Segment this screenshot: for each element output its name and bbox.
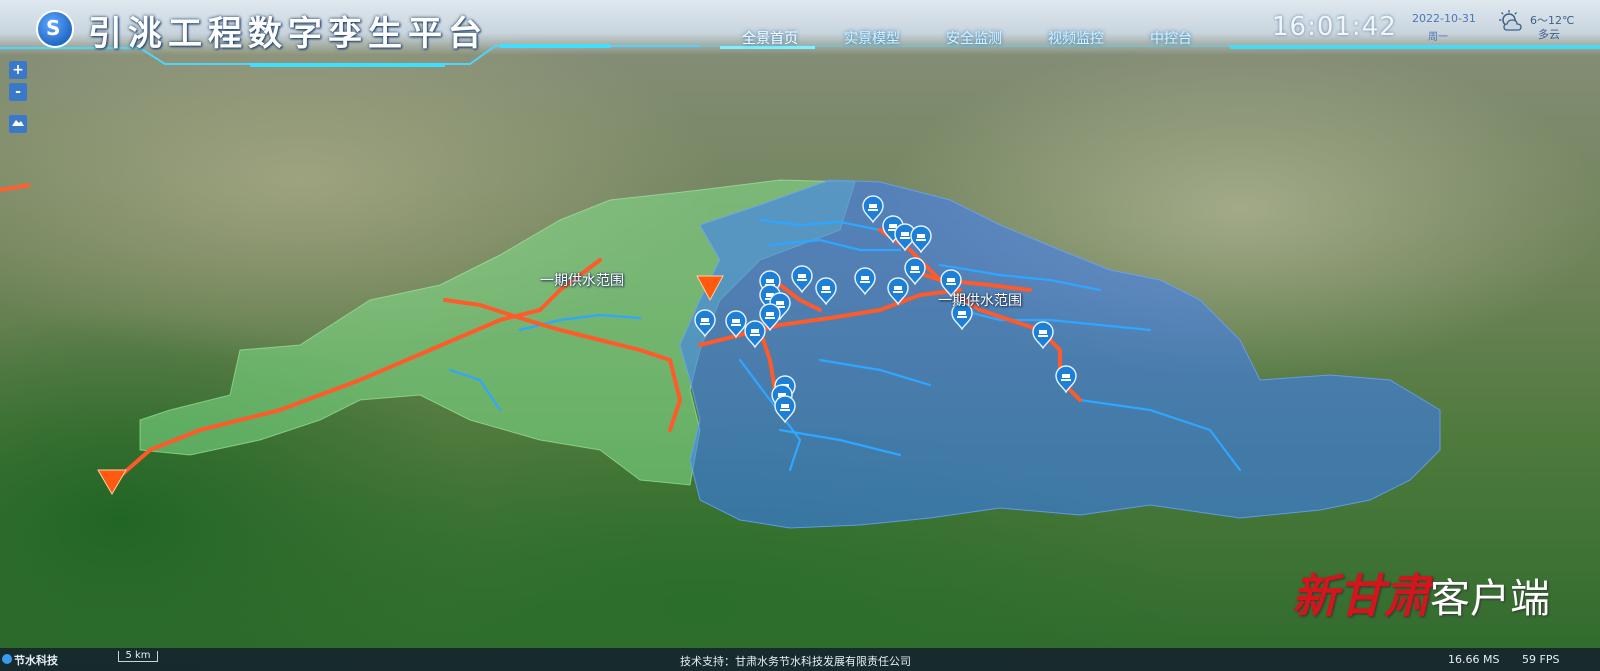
app-title: 引洮工程数字孪生平台 [88, 14, 488, 54]
zoom-out-button[interactable]: - [9, 83, 27, 101]
water-drop-logo-icon: S [36, 10, 74, 48]
news-app-watermark: 新甘肃客户端 [1292, 560, 1550, 626]
weather-description: 多云 [1538, 28, 1560, 41]
clock-weekday: 周一 [1428, 32, 1448, 43]
clock-time: 16:01:42 [1272, 12, 1397, 42]
supply-zone-label: 一期供水范围 [540, 273, 624, 289]
frame-time: 16.66 MS [1448, 653, 1500, 666]
nav-panorama-home[interactable]: 全景首页 [742, 28, 798, 48]
map-scale-bar: 5 km [118, 651, 158, 662]
nav-realistic-model[interactable]: 实景模型 [844, 28, 900, 48]
partly-cloudy-icon [1499, 10, 1522, 31]
watermark-white-text: 客户端 [1430, 576, 1550, 622]
brand-logo-icon [2, 654, 12, 664]
clock-date: 2022-10-31 [1412, 12, 1476, 25]
nav-control-center[interactable]: 中控台 [1150, 28, 1192, 48]
watermark-red-text: 新甘肃 [1292, 569, 1430, 623]
supply-zone-label: 一期供水范围 [938, 293, 1022, 309]
frames-per-second: 59 FPS [1522, 653, 1560, 666]
nav-safety-monitoring[interactable]: 安全监测 [946, 28, 1002, 48]
footer-brand: 节水科技 [14, 654, 58, 667]
layers-button[interactable] [9, 115, 27, 133]
orange-triangle-marker-icon [97, 469, 127, 495]
app-header: S 引洮工程数字孪生平台 全景首页 实景模型 安全监测 视频监控 中控台 16:… [0, 0, 1600, 70]
zoom-in-button[interactable]: + [9, 61, 27, 79]
nav-video-surveillance[interactable]: 视频监控 [1048, 28, 1104, 48]
layers-icon [12, 120, 24, 126]
technical-support-text: 技术支持：甘肃水务节水科技发展有限责任公司 [680, 655, 911, 668]
status-bar: 节水科技 5 km 技术支持：甘肃水务节水科技发展有限责任公司 16.66 MS… [0, 648, 1600, 671]
